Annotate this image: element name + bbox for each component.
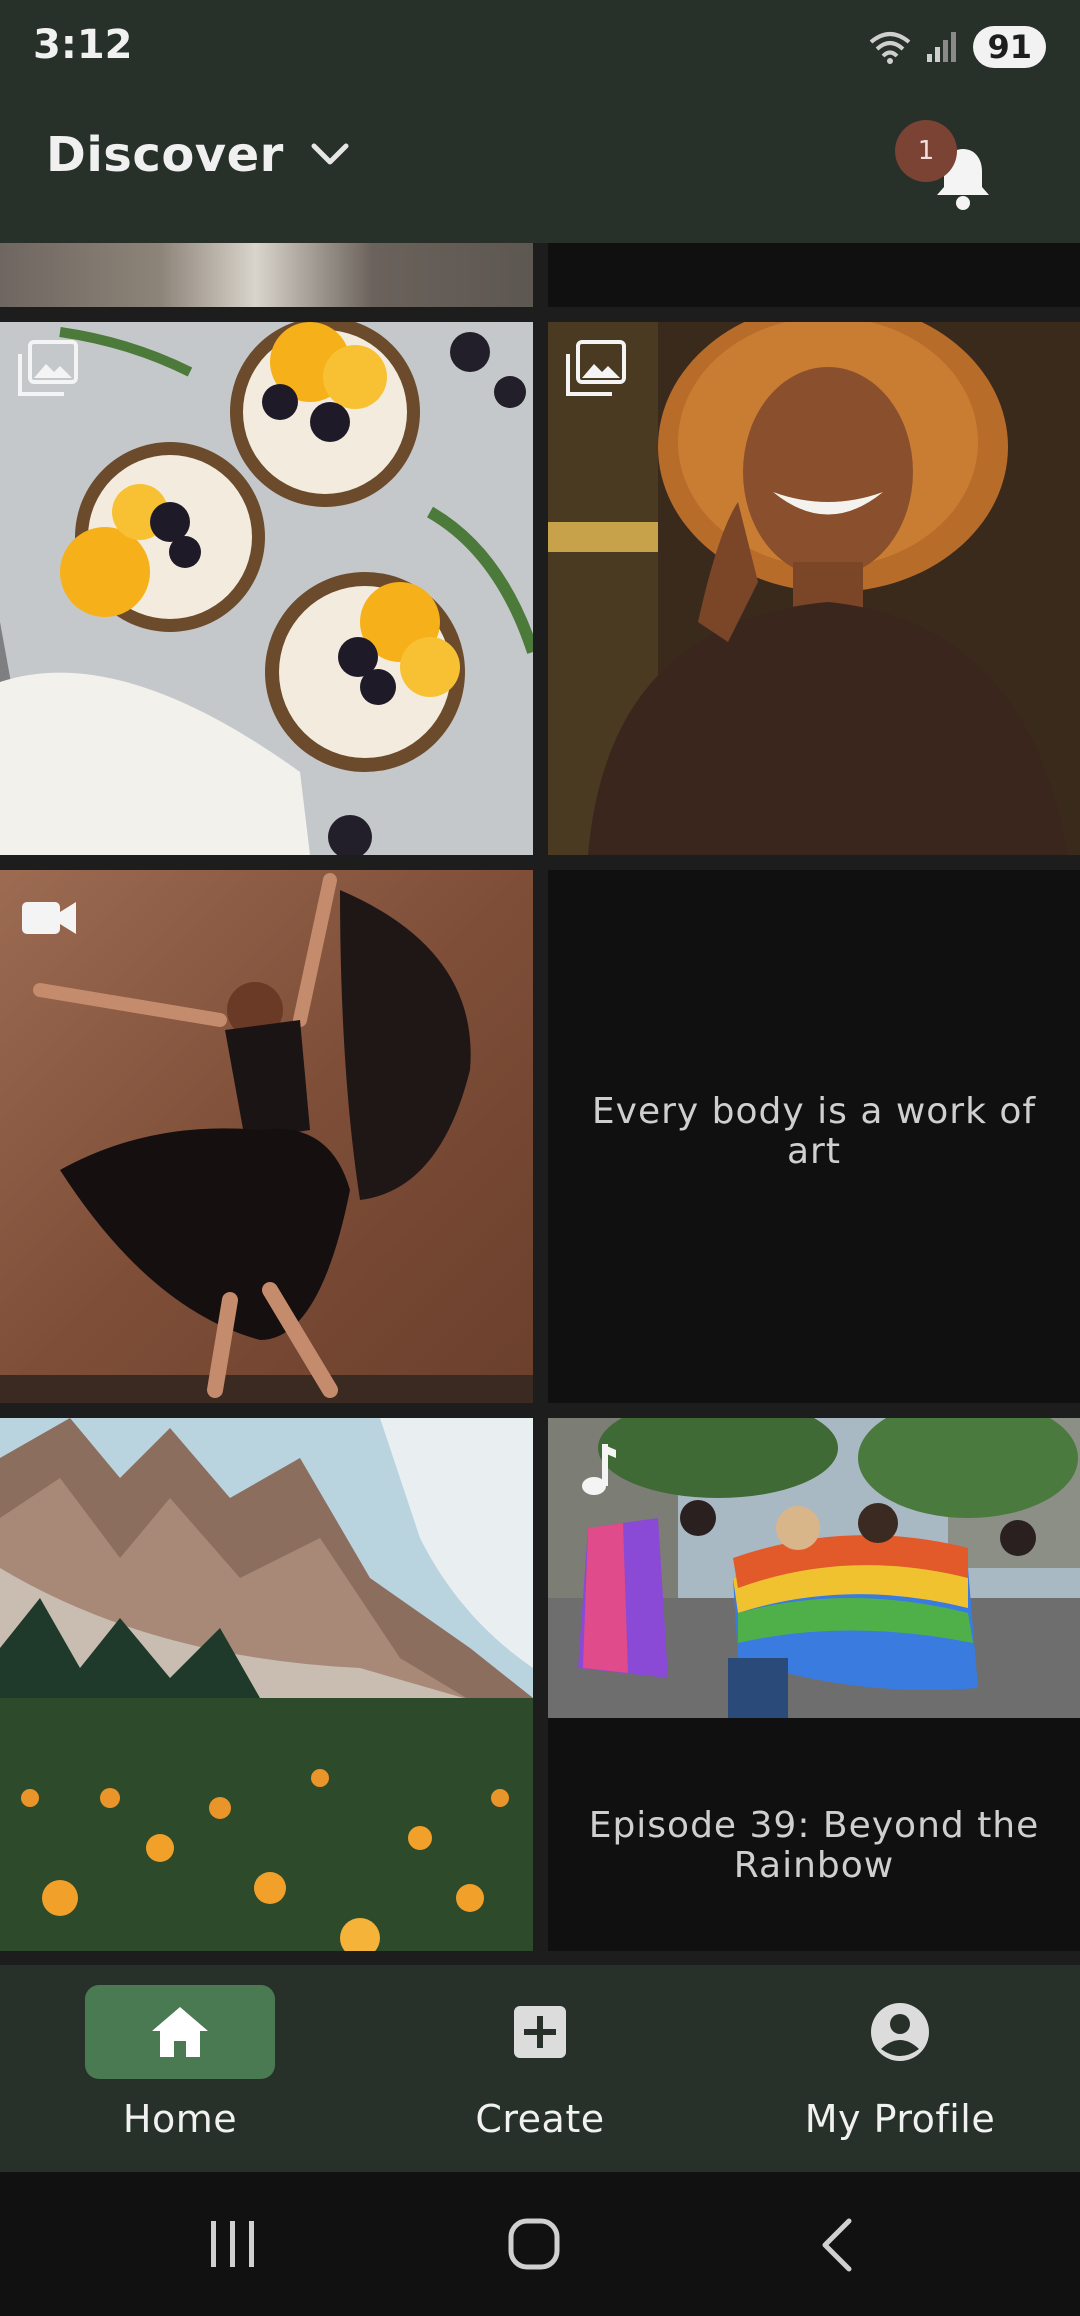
nav-home[interactable]: Home	[30, 1985, 330, 2141]
notification-badge: 1	[895, 120, 957, 182]
discover-feed[interactable]: Every body is a work of art Episode 39: …	[0, 243, 1080, 1965]
home-icon	[152, 2007, 208, 2057]
recent-apps-icon[interactable]	[205, 2217, 261, 2271]
gallery-icon	[18, 340, 78, 396]
account-circle-icon	[871, 2003, 929, 2061]
feed-tile[interactable]	[0, 322, 533, 855]
nav-home-pill	[85, 1985, 275, 2079]
battery-icon: 91	[973, 26, 1046, 68]
feed-tile[interactable]	[548, 322, 1080, 855]
notifications-button[interactable]: 1	[895, 115, 1005, 225]
bottom-navigation: Home Create My Profile	[0, 1965, 1080, 2172]
tarts-photo	[0, 322, 533, 855]
feed-tile[interactable]	[548, 243, 1080, 307]
nav-profile[interactable]: My Profile	[750, 1985, 1050, 2141]
portrait-photo	[548, 322, 1080, 855]
audio-post-tile[interactable]: Episode 39: Beyond the Rainbow	[548, 1418, 1080, 1951]
nav-create-label: Create	[475, 2097, 605, 2141]
nav-profile-pill	[805, 1985, 995, 2079]
page-title: Discover	[46, 127, 284, 183]
home-circle-icon[interactable]	[505, 2217, 565, 2273]
gallery-icon	[566, 340, 626, 396]
video-icon	[22, 902, 76, 934]
back-icon[interactable]	[815, 2217, 859, 2273]
post-caption: Episode 39: Beyond the Rainbow	[588, 1805, 1040, 1886]
nav-create[interactable]: Create	[390, 1985, 690, 2141]
text-post-tile[interactable]: Every body is a work of art	[548, 870, 1080, 1403]
status-icons: 91	[869, 26, 1046, 68]
chevron-down-icon	[311, 143, 349, 165]
system-navigation-bar	[0, 2172, 1080, 2316]
nav-create-pill	[445, 1985, 635, 2079]
feed-tile[interactable]	[0, 1418, 533, 1951]
nav-profile-label: My Profile	[804, 2097, 996, 2141]
nav-home-label: Home	[122, 2097, 238, 2141]
signal-icon	[927, 32, 957, 62]
wifi-icon	[870, 32, 911, 64]
add-box-icon	[514, 2006, 566, 2058]
mountain-photo	[0, 1418, 533, 1951]
music-note-icon	[582, 1444, 616, 1495]
feed-tile[interactable]	[0, 870, 533, 1403]
post-caption: Every body is a work of art	[591, 1091, 1037, 1172]
app-header: Discover 1	[0, 95, 1080, 243]
status-bar: 3:12 91	[0, 0, 1080, 95]
feed-tile[interactable]	[0, 243, 533, 307]
status-time: 3:12	[33, 22, 133, 68]
feed-selector[interactable]: Discover	[46, 127, 350, 183]
dancer-photo	[0, 870, 533, 1403]
parade-photo	[548, 1418, 1080, 1718]
